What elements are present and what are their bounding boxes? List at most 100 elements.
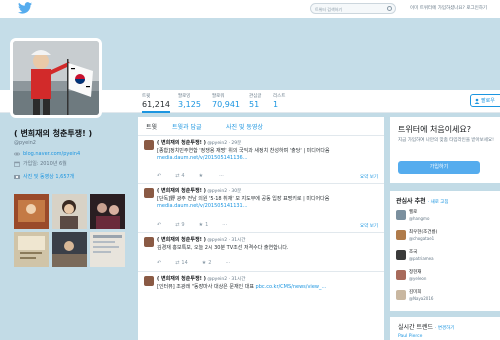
suggested-user-avatar[interactable] — [396, 230, 406, 240]
media-thumbnail[interactable] — [90, 194, 125, 229]
tweet-actions: ↶ ⇄ 14 ★ 2 ··· — [157, 260, 244, 266]
suggested-user-avatar[interactable] — [396, 250, 406, 260]
tweet-text: [단독]野 광주 전남 의원 '5·18 취재' 모 지도부에 공동 입장 표명… — [157, 196, 379, 211]
camera-icon — [14, 175, 20, 179]
refresh-link[interactable]: · 새로 고침 — [428, 200, 449, 205]
follow-person-icon — [474, 98, 480, 104]
tweet-time[interactable]: 31시간 — [231, 238, 245, 243]
tweet-handle[interactable]: @pyein2 — [207, 189, 227, 194]
suggested-user[interactable]: 조국 @patriamea — [396, 248, 500, 264]
stat-likes[interactable]: 관심글 51 — [249, 93, 261, 109]
tweet-avatar[interactable] — [144, 237, 154, 247]
tweet-link[interactable]: media.daum.net/v/201505141131... — [157, 203, 248, 209]
media-thumbnail[interactable] — [52, 232, 87, 267]
stat-value: 61,214 — [142, 100, 170, 109]
favorite-button[interactable]: ★ 2 — [202, 260, 212, 266]
right-sidebar: 트위터에 처음이세요? 지금 가입하여 나만의 맞춤 타임라인을 받아보세요! … — [390, 117, 500, 340]
tweet-item[interactable]: ( 변희재의 청춘투쟁! ) @pyein2 · 30분 [단독]野 광주 전남… — [138, 184, 384, 233]
suggested-user-avatar[interactable] — [396, 270, 406, 280]
stat-lists[interactable]: 리스트 1 — [273, 93, 285, 109]
profile-handle[interactable]: @pyein2 — [14, 140, 134, 146]
tweet-item[interactable]: ( 변희재의 청춘투쟁! ) @pyein2 · 31시간 [인터뷰] 조광래 … — [138, 272, 384, 340]
tab-media[interactable]: 사진 및 동영상 — [226, 122, 263, 131]
media-thumbnail[interactable] — [14, 232, 49, 267]
signup-card: 트위터에 처음이세요? 지금 가입하여 나만의 맞춤 타임라인을 받아보세요! … — [390, 117, 500, 183]
stat-followers[interactable]: 팔로워 70,941 — [212, 93, 240, 109]
tweet-author[interactable]: ( 변희재의 청춘투쟁! ) — [157, 140, 206, 146]
summary-link[interactable]: 요약 보기 — [360, 174, 378, 180]
suggested-user-name[interactable]: 최우현(조건룡) — [409, 229, 437, 235]
tweet-author[interactable]: ( 변희재의 청춘투쟁! ) — [157, 188, 206, 194]
search-input[interactable]: 트위터 검색하기 — [310, 3, 396, 14]
tweet-author[interactable]: ( 변희재의 청춘투쟁! ) — [157, 237, 206, 243]
trend-item[interactable]: Paul Pierce — [398, 334, 422, 339]
tweet-author[interactable]: ( 변희재의 청춘투쟁! ) — [157, 276, 206, 282]
follow-button[interactable]: 팔로우 — [470, 94, 500, 107]
twitter-bird-icon[interactable] — [18, 2, 32, 14]
tweet-text: [종합]정치민주연합 '정쟁용 재명' 위의 국익과 새정치 찬성하며 '출당'… — [157, 148, 379, 163]
suggested-user-avatar[interactable] — [396, 210, 406, 220]
tweet-item[interactable]: ( 변희재의 청춘투쟁! ) @pyein2 · 29분 [종합]정치민주연합 … — [138, 136, 384, 184]
media-thumbnail[interactable] — [14, 194, 49, 229]
suggested-user-name[interactable]: 조국 — [409, 249, 417, 255]
tweet-text: 김경재 홍보특보, 오늘 2시 30분 TV조선 저격수다 출연합니다. — [157, 245, 379, 252]
tweet-time[interactable]: 30분 — [231, 189, 241, 194]
profile-name[interactable]: ( 변희재의 청춘투쟁! ) — [14, 128, 134, 139]
login-prompt-link[interactable]: 이미 트위터에 가입하셨나요? 로그인하기 — [410, 5, 487, 11]
retweet-button[interactable]: ⇄ 14 — [175, 260, 188, 266]
suggested-user[interactable]: 최우현(조건룡) @chogatae1 — [396, 228, 500, 244]
tweet-avatar[interactable] — [144, 188, 154, 198]
suggested-user[interactable]: 헬로 @hangmo — [396, 208, 500, 224]
tweet-handle[interactable]: @pyein2 — [207, 238, 227, 243]
search-placeholder: 트위터 검색하기 — [315, 7, 343, 12]
tweet-link[interactable]: pbc.co.kr/CMS/news/view_... — [256, 284, 327, 290]
tweet-time[interactable]: 29분 — [231, 141, 241, 146]
suggested-user-name[interactable]: 헬로 — [409, 209, 417, 215]
link-icon — [14, 152, 20, 156]
search-icon[interactable] — [387, 6, 392, 11]
suggested-user-avatar[interactable] — [396, 290, 406, 300]
more-icon[interactable]: ··· — [222, 222, 227, 228]
profile-website-link[interactable]: blog.naver.com/pyein4 — [23, 151, 80, 157]
tweet-body: [인터뷰] 조광래 "동장마사 대상은 문재인 대표 — [157, 284, 254, 290]
media-thumbnail[interactable] — [90, 232, 125, 267]
tweet-header: ( 변희재의 청춘투쟁! ) @pyein2 · 29분 — [157, 140, 242, 146]
tweet-item[interactable]: ( 변희재의 청춘투쟁! ) @pyein2 · 31시간 김경재 홍보특보, … — [138, 233, 384, 272]
suggested-user[interactable]: 정현재 @yeleon — [396, 268, 500, 284]
tweet-link[interactable]: media.daum.net/v/201505141136... — [157, 155, 248, 161]
tweet-time[interactable]: 31시간 — [231, 277, 245, 282]
more-icon[interactable]: ··· — [219, 173, 224, 179]
suggested-user-handle: @Naya2016 — [409, 296, 434, 301]
more-icon[interactable]: ··· — [225, 260, 230, 266]
signup-title: 트위터에 처음이세요? — [398, 125, 472, 134]
profile-avatar[interactable] — [10, 38, 102, 118]
tweet-avatar[interactable] — [144, 276, 154, 286]
stat-value: 3,125 — [178, 100, 201, 109]
tab-tweets[interactable]: 트윗 — [146, 122, 157, 131]
favorite-button[interactable]: ★ 1 — [199, 222, 209, 228]
retweet-button[interactable]: ⇄ 9 — [175, 222, 184, 228]
suggested-user-name[interactable]: 김미희 — [409, 289, 421, 295]
tweet-handle[interactable]: @pyein2 — [207, 277, 227, 282]
suggested-user[interactable]: 김미희 @Naya2016 — [396, 288, 500, 304]
media-thumbnail[interactable] — [52, 194, 87, 229]
suggested-user-name[interactable]: 정현재 — [409, 269, 421, 275]
stat-label: 팔로워 — [212, 94, 225, 99]
favorite-button[interactable]: ★ — [199, 173, 205, 179]
tweet-avatar[interactable] — [144, 140, 154, 150]
reply-icon[interactable]: ↶ — [157, 222, 161, 228]
media-thumbnails — [14, 194, 126, 268]
trends-change-link[interactable]: · 변경하기 — [435, 326, 454, 331]
summary-link[interactable]: 요약 보기 — [360, 223, 378, 229]
reply-icon[interactable]: ↶ — [157, 173, 161, 179]
stat-following[interactable]: 팔로잉 3,125 — [178, 93, 201, 109]
photos-videos-link[interactable]: 사진 및 동영상 1,657개 — [14, 173, 134, 180]
tweet-actions: ↶ ⇄ 4 ★ ··· — [157, 173, 238, 179]
reply-icon[interactable]: ↶ — [157, 260, 161, 266]
stat-tweets[interactable]: 트윗 61,214 — [142, 93, 170, 113]
signup-button[interactable]: 가입하기 — [398, 161, 480, 174]
favorite-count: 1 — [205, 222, 209, 228]
tweet-handle[interactable]: @pyein2 — [207, 141, 227, 146]
tab-tweets-replies[interactable]: 트윗과 답글 — [172, 122, 202, 131]
retweet-button[interactable]: ⇄ 4 — [175, 173, 184, 179]
